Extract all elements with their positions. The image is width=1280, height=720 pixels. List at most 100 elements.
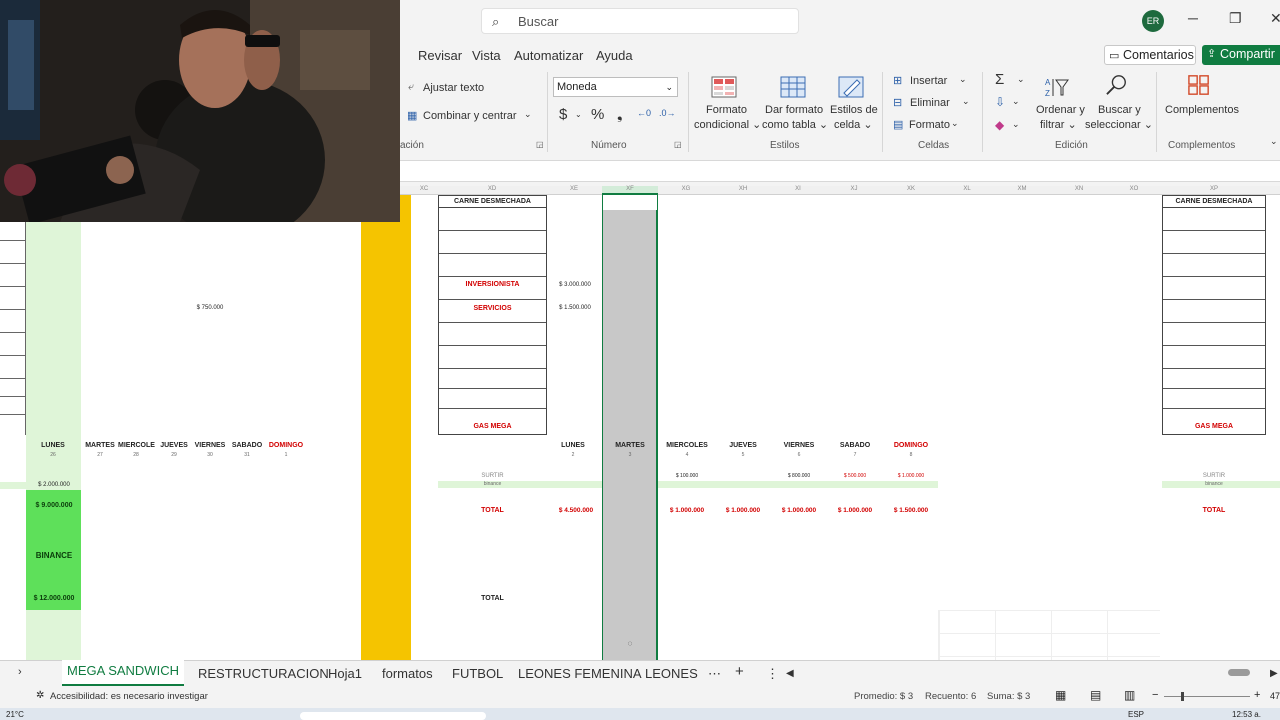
chevron-down-icon[interactable]: ⌄ [524, 109, 532, 120]
day-number[interactable]: 2 [548, 452, 598, 458]
chevron-down-icon[interactable]: ⌄ [959, 74, 967, 85]
currency-icon[interactable]: $ [559, 106, 567, 123]
comments-button[interactable]: ▭ Comentarios [1104, 45, 1196, 65]
formula-bar[interactable] [400, 160, 1280, 182]
col-header[interactable]: XJ [846, 186, 862, 192]
more-tabs-icon[interactable]: ⋯ [708, 666, 721, 682]
menu-ayuda[interactable]: Ayuda [596, 48, 633, 63]
tab-leones-femenina[interactable]: LEONES FEMENINA [518, 666, 642, 681]
total-cell[interactable]: $ 1.000.000 [771, 507, 827, 514]
cell-styles-label-1[interactable]: Estilos de [830, 104, 878, 116]
row-label-total[interactable]: TOTAL [438, 507, 547, 514]
row-label-inversionista[interactable]: INVERSIONISTA [438, 281, 547, 288]
count-status[interactable]: Recuento: 6 [925, 691, 976, 702]
menu-vista[interactable]: Vista [472, 48, 501, 63]
amount-cell[interactable]: $ 800.000 [771, 473, 827, 479]
zoom-in-button[interactable]: + [1254, 689, 1260, 701]
row-label-gas-mega[interactable]: GAS MEGA [438, 423, 547, 430]
decrease-decimal-icon[interactable]: .0→ [659, 108, 676, 118]
increase-decimal-icon[interactable]: ←0 [637, 108, 651, 118]
day-label[interactable]: MARTES [82, 442, 118, 449]
selected-column[interactable] [602, 195, 658, 660]
collapse-ribbon-icon[interactable]: ⌄ [1270, 136, 1278, 147]
chevron-down-icon[interactable]: ⌄ [1012, 96, 1020, 107]
col-header[interactable]: XC [416, 186, 432, 192]
tab-mega-sandwich[interactable]: MEGA SANDWICH [62, 660, 184, 686]
accessibility-status[interactable]: Accesibilidad: es necesario investigar [50, 691, 208, 702]
percent-icon[interactable]: % [591, 106, 604, 123]
delete-button[interactable]: Eliminar [910, 97, 950, 109]
format-table-label-1[interactable]: Dar formato [765, 104, 823, 116]
language-indicator[interactable]: ESP [1128, 710, 1144, 720]
col-header[interactable]: XE [566, 186, 582, 192]
find-select-label-2[interactable]: seleccionar ⌄ [1085, 118, 1153, 131]
day-label[interactable]: DOMINGO [266, 442, 306, 449]
taskbar-search[interactable] [300, 712, 486, 720]
row-label-binance[interactable]: binance [438, 481, 547, 487]
row-label-binance[interactable]: binance [1162, 481, 1266, 487]
find-select-label-1[interactable]: Buscar y [1098, 104, 1141, 116]
cell-styles-label-2[interactable]: celda ⌄ [834, 118, 873, 131]
average-status[interactable]: Promedio: $ 3 [854, 691, 913, 702]
weather-temp[interactable]: 21°C [6, 710, 24, 720]
amount-cell[interactable]: $ 500.000 [827, 473, 883, 479]
total-cell[interactable]: $ 1.000.000 [659, 507, 715, 514]
zoom-level[interactable]: 47 [1270, 691, 1280, 701]
tab-restructuracion[interactable]: RESTRUCTURACION [198, 666, 329, 681]
sort-filter-label-1[interactable]: Ordenar y [1036, 104, 1085, 116]
sum-status[interactable]: Suma: $ 3 [987, 691, 1030, 702]
day-label[interactable]: MIERCOLE [118, 442, 155, 449]
comma-style-icon[interactable]: ❟ [617, 106, 623, 123]
row-label-surtir[interactable]: SURTIR [1162, 473, 1266, 479]
restore-button[interactable]: ❐ [1229, 10, 1242, 27]
day-label[interactable]: LUNES [548, 442, 598, 449]
col-header[interactable]: XH [735, 186, 751, 192]
day-number[interactable]: 1 [266, 452, 306, 458]
horizontal-scrollbar[interactable] [800, 669, 1266, 677]
total-cell[interactable]: $ 1.000.000 [827, 507, 883, 514]
day-number[interactable]: 7 [827, 452, 883, 458]
day-number[interactable]: 26 [28, 452, 78, 458]
amount-cell[interactable]: $ 1.000.000 [883, 473, 939, 479]
chevron-down-icon[interactable]: ⌄ [1012, 119, 1020, 130]
tab-hoja1[interactable]: Hoja1 [328, 666, 362, 681]
total-cell[interactable]: $ 1.000.000 [715, 507, 771, 514]
format-table-label-2[interactable]: como tabla ⌄ [762, 118, 828, 131]
menu-revisar[interactable]: Revisar [418, 48, 462, 63]
sort-filter-label-2[interactable]: filtrar ⌄ [1040, 118, 1077, 131]
menu-automatizar[interactable]: Automatizar [514, 48, 583, 63]
day-number[interactable]: 29 [156, 452, 192, 458]
zoom-slider[interactable] [1164, 692, 1250, 701]
binance-label[interactable]: BINANCE [28, 551, 80, 560]
normal-view-icon[interactable]: ▦ [1055, 688, 1066, 702]
total-cell[interactable]: $ 1.500.000 [883, 507, 939, 514]
day-label[interactable]: JUEVES [156, 442, 192, 449]
chevron-down-icon[interactable]: ⌄ [951, 118, 959, 129]
day-number[interactable]: 5 [715, 452, 771, 458]
day-number[interactable]: 30 [192, 452, 228, 458]
day-number[interactable]: 27 [82, 452, 118, 458]
day-number[interactable]: 31 [229, 452, 265, 458]
number-format-select[interactable]: Moneda ⌄ [553, 77, 678, 97]
scroll-left-icon[interactable]: ◀ [786, 668, 794, 679]
zoom-slider-thumb[interactable] [1181, 692, 1184, 701]
format-button[interactable]: Formato [909, 119, 950, 131]
row-label-total[interactable]: TOTAL [1162, 507, 1266, 514]
col-header[interactable]: XM [1014, 186, 1030, 192]
day-label[interactable]: VIERNES [771, 442, 827, 449]
col-header[interactable]: XN [1071, 186, 1087, 192]
day-number[interactable]: 3 [604, 452, 656, 458]
amount-cell[interactable]: $ 100.000 [659, 473, 715, 479]
col-header[interactable]: XP [1206, 186, 1222, 192]
clear-icon[interactable]: ◆ [995, 118, 1004, 132]
day-number[interactable]: 8 [883, 452, 939, 458]
col-header[interactable]: XO [1126, 186, 1142, 192]
scroll-right-icon[interactable]: ▶ [1270, 668, 1278, 679]
day-number[interactable]: 6 [771, 452, 827, 458]
zoom-out-button[interactable]: − [1152, 689, 1158, 701]
total-cell[interactable]: $ 4.500.000 [548, 507, 604, 514]
row-label-gas-mega[interactable]: GAS MEGA [1162, 423, 1266, 430]
wrap-text-button[interactable]: Ajustar texto [423, 82, 484, 94]
amount-cell[interactable]: $ 2.000.000 [28, 482, 80, 488]
day-label[interactable]: DOMINGO [883, 442, 939, 449]
